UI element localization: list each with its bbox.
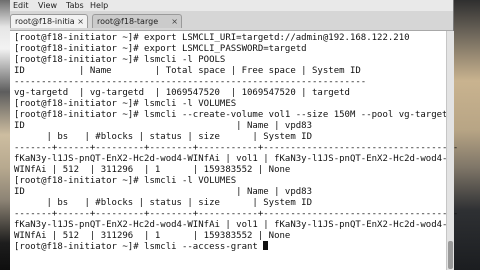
close-icon[interactable]: × bbox=[77, 15, 84, 28]
menu-edit[interactable]: Edit bbox=[13, 0, 29, 11]
desktop-background-right bbox=[452, 0, 480, 270]
tab-label: root@f18-initia bbox=[15, 17, 75, 26]
menu-view[interactable]: View bbox=[38, 0, 57, 11]
text-cursor bbox=[263, 241, 269, 250]
close-icon[interactable]: × bbox=[171, 15, 178, 28]
tab-initiator[interactable]: root@f18-initia × bbox=[10, 14, 88, 28]
terminal-prompt-line[interactable]: [root@f18-initiator ~]# lsmcli --access-… bbox=[14, 241, 269, 253]
terminal-prompt-text: [root@f18-initiator ~]# lsmcli --access-… bbox=[14, 242, 264, 252]
terminal-window: Edit View Tabs Help root@f18-initia × ro… bbox=[10, 0, 458, 270]
scrollbar-thumb[interactable] bbox=[448, 241, 453, 269]
menu-tabs[interactable]: Tabs bbox=[66, 0, 84, 11]
terminal-scrollbar[interactable] bbox=[446, 31, 454, 270]
tab-bar: root@f18-initia × root@f18-targe × bbox=[10, 11, 453, 31]
menu-bar: Edit View Tabs Help bbox=[10, 0, 453, 11]
menu-help[interactable]: Help bbox=[90, 0, 108, 11]
tab-target[interactable]: root@f18-targe × bbox=[92, 14, 182, 28]
terminal-output[interactable]: [root@f18-initiator ~]# export LSMCLI_UR… bbox=[10, 31, 458, 270]
tab-label: root@f18-targe bbox=[97, 17, 159, 26]
